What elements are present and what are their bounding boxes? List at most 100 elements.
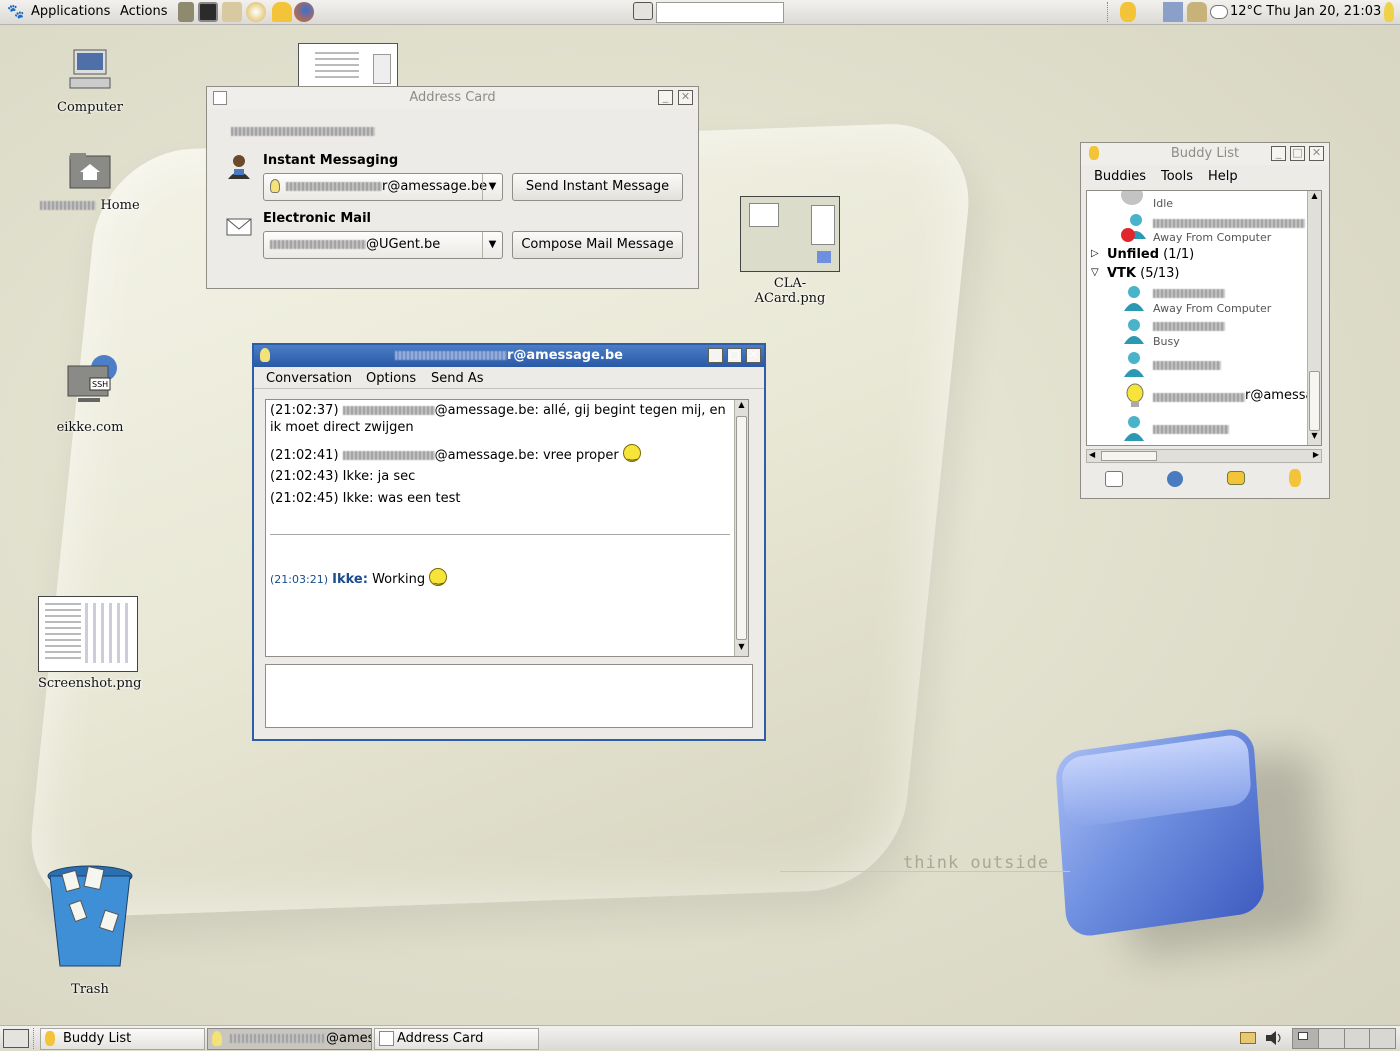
minimize-button[interactable]: _ xyxy=(658,90,673,105)
conversation-window: r@amessage.be _ □ ✕ Conversation Options… xyxy=(252,343,766,741)
chat-history[interactable]: (21:02:37) @amessage.be: allé, gij begin… xyxy=(265,399,749,657)
text-editor-launcher-icon[interactable] xyxy=(222,2,242,22)
desktop-icon-acard[interactable]: CLA-ACard.png xyxy=(740,196,840,306)
compose-mail-button[interactable]: Compose Mail Message xyxy=(512,231,683,259)
minimize-button[interactable]: _ xyxy=(708,348,723,363)
collapse-arrow-icon[interactable]: ▽ xyxy=(1091,267,1099,278)
desktop-icon-screenshot[interactable]: Screenshot.png xyxy=(38,596,141,691)
maximize-button[interactable]: □ xyxy=(1290,146,1305,161)
taskbar-conversation[interactable]: @ames xyxy=(207,1028,372,1050)
desktop-icon-label: Computer xyxy=(57,100,123,115)
buddy-tree[interactable]: Idle k Away From Computer ▷ Unfiled (1/1… xyxy=(1086,190,1322,446)
gaim-tray-icon[interactable] xyxy=(1120,2,1136,22)
im-address-combo[interactable]: r@amessage.be ▼ xyxy=(263,173,503,201)
buddy-horizontal-scrollbar[interactable]: ◀ ▶ xyxy=(1086,449,1322,463)
workspace-switcher[interactable] xyxy=(1292,1028,1396,1049)
terminal-launcher-icon[interactable] xyxy=(198,2,218,22)
desktop-icon-label: Home xyxy=(100,198,140,213)
close-button[interactable]: ✕ xyxy=(678,90,693,105)
address-card-window: Address Card _ ✕ Instant Messaging r@ame… xyxy=(206,86,699,289)
person-icon xyxy=(228,155,250,179)
buddy-name-redacted xyxy=(1153,219,1305,228)
actions-menu[interactable]: Actions xyxy=(120,4,168,19)
workspace-4[interactable] xyxy=(1370,1029,1395,1048)
workspace-1[interactable] xyxy=(1293,1029,1319,1048)
menu-conversation[interactable]: Conversation xyxy=(266,371,352,386)
notes-launcher-icon[interactable] xyxy=(178,2,194,22)
show-desktop-button[interactable] xyxy=(3,1029,29,1048)
buddy-list-titlebar[interactable]: Buddy List _ □ ✕ xyxy=(1081,143,1329,165)
desktop-icon-computer[interactable]: Computer xyxy=(40,48,140,115)
desktop-icon-label: Trash xyxy=(71,982,109,997)
weather-cloud-icon xyxy=(1210,5,1228,19)
firefox-launcher-icon[interactable] xyxy=(294,2,314,22)
lock-icon[interactable] xyxy=(1187,2,1207,22)
gaim-launcher-icon[interactable] xyxy=(272,2,292,22)
gnome-foot-icon[interactable]: 🐾 xyxy=(7,4,24,20)
light-bulb-icon xyxy=(1126,383,1144,407)
send-instant-message-button[interactable]: Send Instant Message xyxy=(512,173,683,201)
message-input[interactable] xyxy=(265,664,753,728)
im-heading: Instant Messaging xyxy=(263,153,399,168)
svg-text:SSH: SSH xyxy=(92,380,108,389)
conversation-titlebar[interactable]: r@amessage.be _ □ ✕ xyxy=(254,345,764,367)
address-card-titlebar[interactable]: Address Card _ ✕ xyxy=(207,87,698,109)
own-chat-message: (21:03:21) Ikke: Working xyxy=(270,568,448,588)
workspace-2[interactable] xyxy=(1318,1029,1345,1048)
conversation-menubar: Conversation Options Send As xyxy=(254,367,764,389)
join-chat-icon[interactable] xyxy=(1227,471,1245,485)
dictionary-icon[interactable] xyxy=(633,2,653,20)
scrollbar-thumb[interactable] xyxy=(1309,371,1320,431)
group-unfiled[interactable]: Unfiled (1/1) xyxy=(1107,247,1194,262)
desktop-icon-ssh[interactable]: SSH eikke.com xyxy=(40,352,140,435)
panel-handle[interactable] xyxy=(33,1028,37,1049)
taskbar-buddy-list[interactable]: Buddy List xyxy=(40,1028,205,1050)
send-im-icon[interactable] xyxy=(1105,471,1123,487)
workspace-3[interactable] xyxy=(1344,1029,1371,1048)
menu-send-as[interactable]: Send As xyxy=(431,371,484,386)
group-vtk[interactable]: VTK (5/13) xyxy=(1107,266,1180,281)
window-title: Address Card xyxy=(409,90,496,105)
buddy-status: Busy xyxy=(1153,335,1180,348)
close-button[interactable]: ✕ xyxy=(1309,146,1324,161)
network-icon[interactable] xyxy=(1163,2,1183,22)
taskbar-address-card[interactable]: Address Card xyxy=(374,1028,539,1050)
notification-icon[interactable] xyxy=(1240,1032,1256,1044)
acard-thumbnail-image xyxy=(740,196,840,272)
tray-handle[interactable] xyxy=(1107,2,1113,22)
menu-options[interactable]: Options xyxy=(366,371,416,386)
clock-weather[interactable]: 12°C Thu Jan 20, 21:03 xyxy=(1230,4,1381,19)
desktop-icon-label: eikke.com xyxy=(56,420,124,435)
light-bulb-icon[interactable] xyxy=(1384,2,1394,22)
window-icon xyxy=(379,1031,394,1046)
maximize-button[interactable]: □ xyxy=(727,348,742,363)
chevron-down-icon[interactable]: ▼ xyxy=(482,232,502,258)
panel-search-input[interactable] xyxy=(656,2,784,23)
chat-message: (21:02:41) @amessage.be: vree proper xyxy=(270,444,641,464)
chevron-down-icon[interactable]: ▼ xyxy=(482,174,502,200)
expand-arrow-icon[interactable]: ▷ xyxy=(1091,248,1099,259)
desktop-icon-home[interactable]: Home xyxy=(40,150,140,213)
chat-scrollbar[interactable]: ▲ ▼ xyxy=(734,400,748,656)
desktop-icon-trash[interactable]: Trash xyxy=(40,862,140,997)
scrollbar-thumb[interactable] xyxy=(1101,451,1157,461)
clock-time: Thu Jan 20, 21:03 xyxy=(1266,4,1382,19)
buddy-scrollbar[interactable]: ▲ ▼ xyxy=(1307,191,1321,445)
away-icon[interactable] xyxy=(1289,469,1301,487)
contact-redacted xyxy=(230,1034,326,1043)
clock-launcher-icon[interactable] xyxy=(246,2,266,22)
info-icon[interactable] xyxy=(1167,471,1183,487)
applications-menu[interactable]: Applications xyxy=(31,4,110,19)
wallpaper-text: think outside xyxy=(903,853,1050,873)
scrollbar-thumb[interactable] xyxy=(736,416,747,640)
bottom-panel: Buddy List @ames Address Card xyxy=(0,1025,1400,1050)
email-suffix: @UGent.be xyxy=(366,237,441,252)
menu-buddies[interactable]: Buddies xyxy=(1094,169,1146,184)
close-button[interactable]: ✕ xyxy=(746,348,761,363)
menu-help[interactable]: Help xyxy=(1208,169,1238,184)
menu-tools[interactable]: Tools xyxy=(1161,169,1193,184)
minimize-button[interactable]: _ xyxy=(1271,146,1286,161)
email-combo[interactable]: @UGent.be ▼ xyxy=(263,231,503,259)
volume-icon[interactable] xyxy=(1264,1029,1284,1047)
chat-separator xyxy=(270,534,730,535)
